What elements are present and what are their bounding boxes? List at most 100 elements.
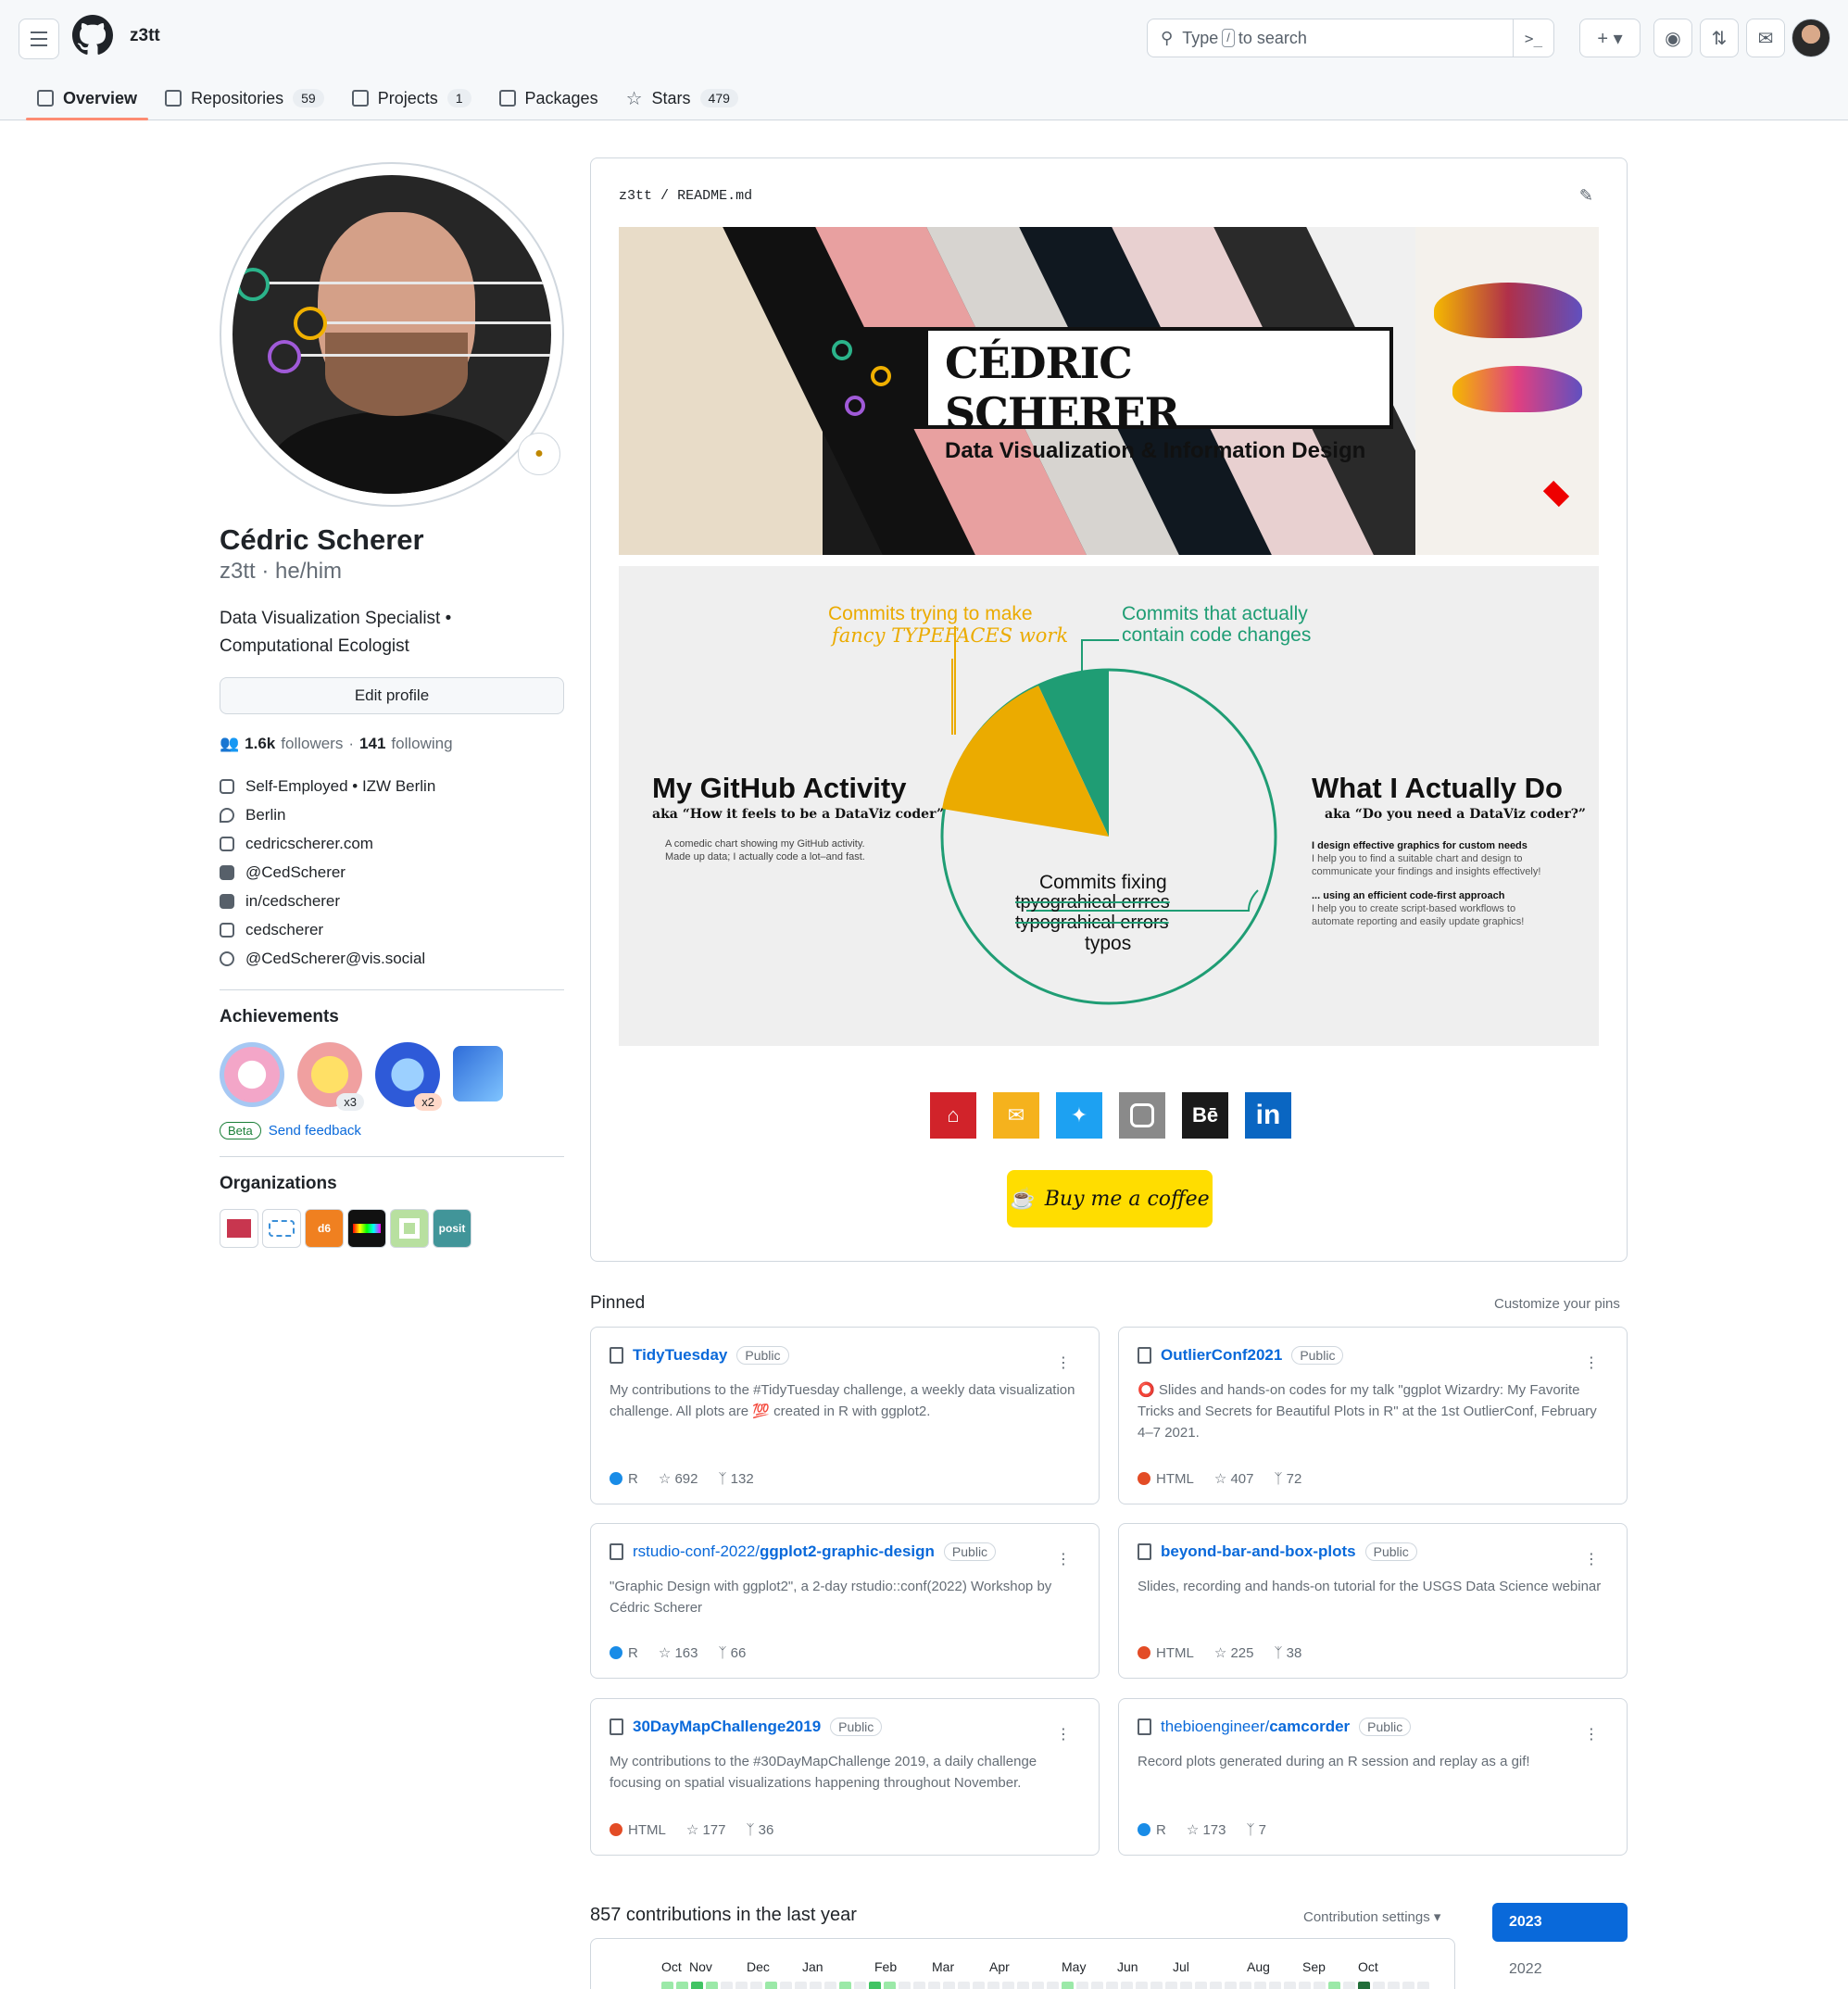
contribution-day-cell[interactable] — [780, 1982, 792, 1989]
detail-text[interactable]: cedscherer — [245, 921, 323, 939]
contribution-day-cell[interactable] — [824, 1982, 836, 1989]
contribution-day-cell[interactable] — [1062, 1982, 1074, 1989]
contribution-day-cell[interactable] — [1121, 1982, 1133, 1989]
contribution-day-cell[interactable] — [1388, 1982, 1400, 1989]
contribution-day-cell[interactable] — [958, 1982, 970, 1989]
contribution-day-cell[interactable] — [721, 1982, 733, 1989]
detail-linkedin[interactable]: in/cedscherer — [220, 887, 564, 915]
repo-forks[interactable]: ᛉ 72 — [1275, 1471, 1302, 1487]
contribution-day-cell[interactable] — [795, 1982, 807, 1989]
starstruck-badge[interactable]: x2 — [375, 1042, 442, 1111]
contribution-day-cell[interactable] — [810, 1982, 822, 1989]
instagram-icon[interactable] — [1119, 1092, 1165, 1139]
contribution-day-cell[interactable] — [1180, 1982, 1192, 1989]
contribution-day-cell[interactable] — [1047, 1982, 1059, 1989]
drag-handle-icon[interactable]: ⋮ — [1584, 1550, 1599, 1568]
linkedin-icon[interactable]: in — [1245, 1092, 1291, 1139]
contribution-day-cell[interactable] — [899, 1982, 911, 1989]
tab-projects[interactable]: Projects 1 — [341, 80, 483, 117]
following-link[interactable]: following — [391, 735, 452, 753]
drag-handle-icon[interactable]: ⋮ — [1056, 1353, 1071, 1372]
contribution-day-cell[interactable] — [1314, 1982, 1326, 1989]
contribution-day-cell[interactable] — [1269, 1982, 1281, 1989]
edit-profile-button[interactable]: Edit profile — [220, 677, 564, 714]
contribution-day-cell[interactable] — [1343, 1982, 1355, 1989]
issues-icon[interactable]: ◉ — [1653, 19, 1692, 57]
contribution-day-cell[interactable] — [676, 1982, 688, 1989]
tab-packages[interactable]: Packages — [488, 80, 610, 117]
pull-shark-badge[interactable]: x3 — [297, 1042, 364, 1111]
org-avatar[interactable] — [262, 1209, 301, 1248]
achievements-title[interactable]: Achievements — [220, 1007, 564, 1027]
org-avatar[interactable] — [220, 1209, 258, 1248]
repo-stars[interactable]: ☆ 173 — [1187, 1821, 1226, 1838]
readme-file[interactable]: README.md — [677, 188, 752, 204]
repo-forks[interactable]: ᛉ 38 — [1275, 1645, 1302, 1661]
detail-mastodon[interactable]: @CedScherer@vis.social — [220, 944, 564, 973]
arctic-code-vault-badge[interactable] — [453, 1046, 503, 1102]
header-username[interactable]: z3tt — [130, 26, 160, 46]
contribution-day-cell[interactable] — [1002, 1982, 1014, 1989]
contribution-day-cell[interactable] — [691, 1982, 703, 1989]
pull-requests-icon[interactable]: ⇅ — [1700, 19, 1739, 57]
mail-icon[interactable]: ✉ — [993, 1092, 1039, 1139]
repo-forks[interactable]: ᛉ 36 — [747, 1822, 774, 1838]
contribution-day-cell[interactable] — [1328, 1982, 1340, 1989]
contribution-day-cell[interactable] — [750, 1982, 762, 1989]
contribution-day-cell[interactable] — [1210, 1982, 1222, 1989]
detail-text[interactable]: @CedScherer — [245, 863, 346, 882]
contribution-day-cell[interactable] — [1017, 1982, 1029, 1989]
contribution-day-cell[interactable] — [1417, 1982, 1429, 1989]
contribution-day-cell[interactable] — [869, 1982, 881, 1989]
set-status-button[interactable]: ● — [518, 433, 560, 475]
contribution-day-cell[interactable] — [1091, 1982, 1103, 1989]
customize-pins-link[interactable]: Customize your pins — [1494, 1296, 1620, 1312]
repo-name-link[interactable]: OutlierConf2021 — [1161, 1346, 1282, 1365]
tab-stars[interactable]: ☆ Stars 479 — [615, 80, 749, 117]
edit-pencil-icon[interactable]: ✎ — [1579, 186, 1593, 206]
github-logo-icon[interactable] — [72, 15, 113, 56]
contribution-day-cell[interactable] — [1225, 1982, 1237, 1989]
detail-website[interactable]: cedricscherer.com — [220, 829, 564, 858]
contribution-day-cell[interactable] — [884, 1982, 896, 1989]
behance-icon[interactable]: Bē — [1182, 1092, 1228, 1139]
drag-handle-icon[interactable]: ⋮ — [1056, 1550, 1071, 1568]
following-count[interactable]: 141 — [359, 735, 385, 753]
home-icon[interactable]: ⌂ — [930, 1092, 976, 1139]
tab-repositories[interactable]: Repositories 59 — [154, 80, 335, 117]
twitter-icon[interactable]: ✦ — [1056, 1092, 1102, 1139]
repo-name-link[interactable]: 30DayMapChallenge2019 — [633, 1718, 821, 1736]
contribution-day-cell[interactable] — [1358, 1982, 1370, 1989]
repo-forks[interactable]: ᛉ 66 — [719, 1645, 747, 1661]
contribution-day-cell[interactable] — [1284, 1982, 1296, 1989]
repo-name-link[interactable]: thebioengineer/camcorder — [1161, 1718, 1350, 1736]
buy-me-a-coffee-button[interactable]: ☕ Buy me a coffee — [1007, 1170, 1213, 1227]
contribution-day-cell[interactable] — [1373, 1982, 1385, 1989]
org-avatar[interactable] — [390, 1209, 429, 1248]
repo-stars[interactable]: ☆ 692 — [659, 1470, 698, 1487]
contribution-day-cell[interactable] — [1299, 1982, 1311, 1989]
contribution-day-cell[interactable] — [1165, 1982, 1177, 1989]
readme-owner[interactable]: z3tt — [619, 188, 652, 204]
year-2023-button[interactable]: 2023 — [1492, 1903, 1628, 1942]
contribution-day-cell[interactable] — [943, 1982, 955, 1989]
contribution-day-cell[interactable] — [661, 1982, 673, 1989]
repo-name-link[interactable]: rstudio-conf-2022/ggplot2-graphic-design — [633, 1542, 935, 1561]
search-input[interactable]: ⚲ Type / to search >_ — [1147, 19, 1554, 57]
contribution-day-cell[interactable] — [765, 1982, 777, 1989]
create-new-button[interactable]: + ▾ — [1579, 19, 1641, 57]
followers-link[interactable]: followers — [281, 735, 343, 753]
contribution-day-cell[interactable] — [913, 1982, 925, 1989]
repo-stars[interactable]: ☆ 163 — [659, 1644, 698, 1661]
detail-text[interactable]: cedricscherer.com — [245, 835, 373, 853]
contribution-settings-dropdown[interactable]: Contribution settings ▾ — [1303, 1908, 1440, 1925]
contribution-day-cell[interactable] — [1106, 1982, 1118, 1989]
contribution-day-cell[interactable] — [1195, 1982, 1207, 1989]
contribution-day-cell[interactable] — [1076, 1982, 1088, 1989]
followers-count[interactable]: 1.6k — [245, 735, 275, 753]
contribution-day-cell[interactable] — [973, 1982, 985, 1989]
contribution-day-cell[interactable] — [1150, 1982, 1163, 1989]
yolo-badge[interactable] — [220, 1042, 284, 1107]
org-avatar[interactable] — [347, 1209, 386, 1248]
repo-forks[interactable]: ᛉ 132 — [719, 1471, 754, 1487]
